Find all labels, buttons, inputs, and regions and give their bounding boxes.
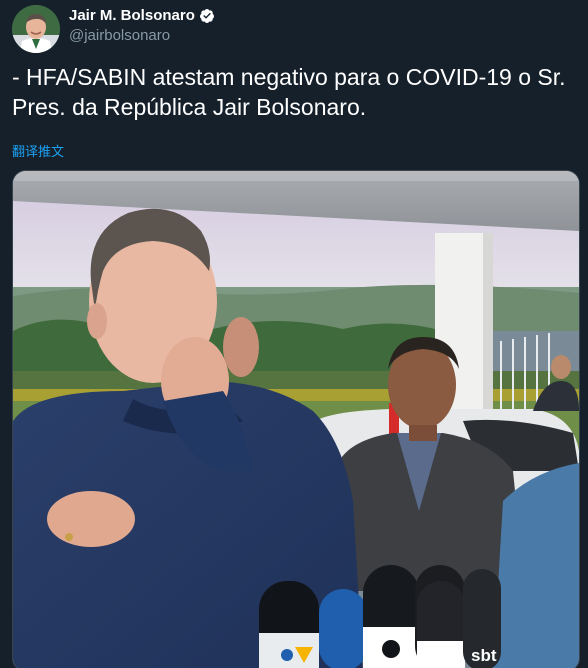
author-names: Jair M. Bolsonaro @jairbolsonaro bbox=[69, 6, 215, 46]
tweet-text: - HFA/SABIN atestam negativo para o COVI… bbox=[12, 64, 566, 120]
tweet-header: Jair M. Bolsonaro @jairbolsonaro bbox=[12, 4, 215, 54]
avatar[interactable] bbox=[12, 5, 60, 53]
press-conference-photo: sbt bbox=[13, 171, 579, 668]
profile-photo-icon bbox=[12, 5, 60, 53]
tweet-media-photo[interactable]: sbt bbox=[12, 170, 580, 668]
sbt-logo-text: sbt bbox=[471, 646, 497, 665]
translate-tweet-link[interactable]: 翻译推文 bbox=[12, 144, 64, 160]
display-name[interactable]: Jair M. Bolsonaro bbox=[69, 6, 195, 26]
tweet-card: Jair M. Bolsonaro @jairbolsonaro - HFA/S… bbox=[0, 0, 588, 668]
handle[interactable]: @jairbolsonaro bbox=[69, 26, 215, 46]
display-name-row[interactable]: Jair M. Bolsonaro bbox=[69, 6, 215, 26]
verified-badge-icon bbox=[199, 8, 215, 24]
